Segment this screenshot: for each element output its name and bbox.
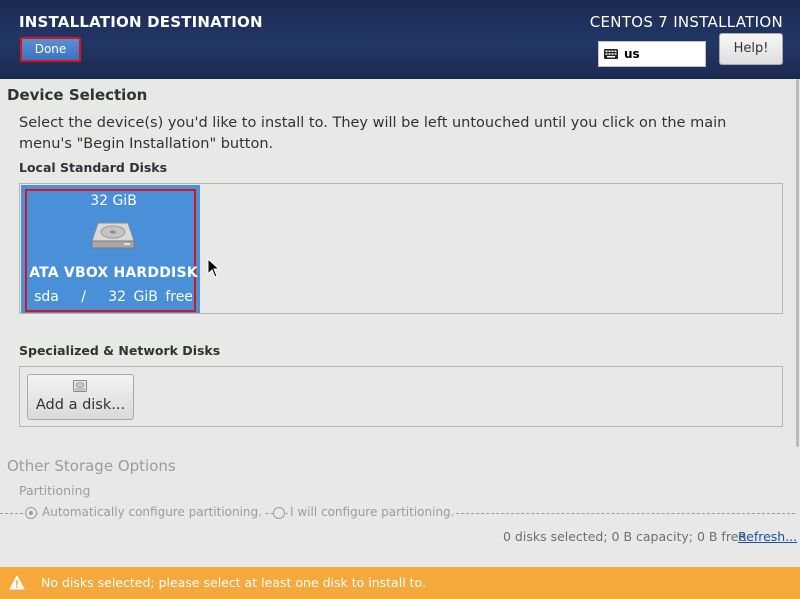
keyboard-icon (604, 49, 618, 59)
device-selection-heading: Device Selection (7, 86, 148, 104)
warning-text: No disks selected; please select at leas… (41, 575, 426, 590)
disk-name: ATA VBOX HARDDISK (29, 265, 198, 281)
scrollbar[interactable] (796, 79, 800, 559)
network-disks-panel: Add a disk... (19, 366, 783, 427)
manual-partition-radio[interactable] (273, 507, 285, 519)
help-button[interactable]: Help! (719, 33, 783, 65)
warning-bar[interactable]: No disks selected; please select at leas… (0, 567, 800, 599)
specialized-disks-heading: Specialized & Network Disks (19, 343, 221, 358)
page-title: INSTALLATION DESTINATION (19, 13, 263, 31)
add-disk-button[interactable]: Add a disk... (27, 374, 134, 420)
manual-partition-label: I will configure partitioning. (288, 505, 457, 519)
selection-summary: 0 disks selected; 0 B capacity; 0 B free (503, 529, 747, 544)
header-bar: INSTALLATION DESTINATION Done CENTOS 7 I… (0, 0, 800, 79)
disk-small-icon (73, 380, 87, 392)
done-button[interactable]: Done (20, 37, 81, 62)
local-disks-panel: 32 GiB ATA VBOX HARDDISK sda / 32 GiB fr… (19, 183, 783, 314)
mouse-cursor-icon (207, 258, 221, 278)
instructions-text: Select the device(s) you'd like to insta… (19, 115, 727, 152)
local-disks-heading: Local Standard Disks (19, 160, 168, 175)
keyboard-layout-label: us (624, 47, 640, 61)
refresh-link[interactable]: Refresh... (738, 529, 797, 544)
hard-disk-icon (91, 222, 135, 249)
auto-partition-radio[interactable] (25, 507, 37, 519)
auto-partition-label: Automatically configure partitioning. (40, 505, 264, 519)
disk-path: sda / 32 GiB free (34, 289, 193, 305)
disk-size: 32 GiB (90, 193, 137, 209)
warning-icon (9, 575, 25, 590)
add-disk-label: Add a disk... (35, 397, 126, 413)
other-storage-heading: Other Storage Options (7, 457, 176, 475)
partitioning-options: Automatically configure partitioning. I … (0, 505, 800, 519)
disk-tile-sda[interactable]: 32 GiB ATA VBOX HARDDISK sda / 32 GiB fr… (21, 185, 200, 313)
product-title: CENTOS 7 INSTALLATION (589, 13, 783, 31)
keyboard-layout-indicator[interactable]: us (598, 41, 706, 67)
scrollbar-thumb[interactable] (796, 79, 799, 447)
partitioning-heading: Partitioning (19, 483, 91, 498)
